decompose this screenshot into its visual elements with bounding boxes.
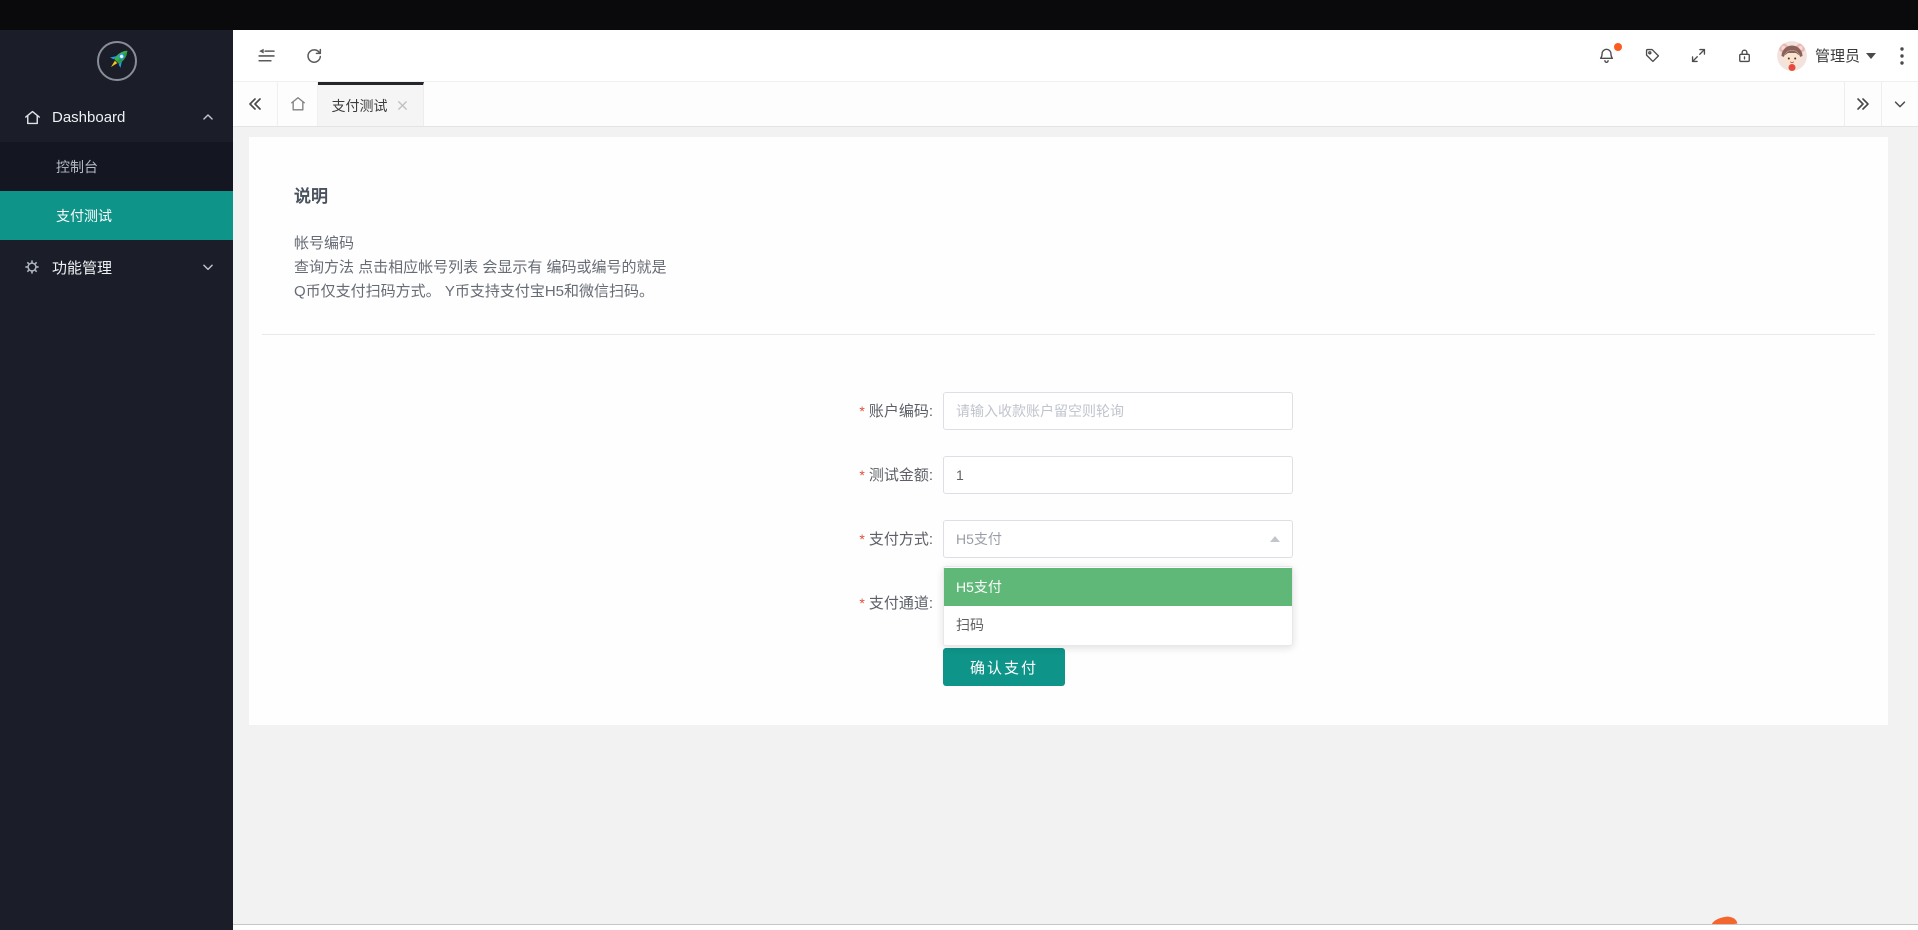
close-icon[interactable] (396, 99, 410, 113)
user-dropdown-caret-icon[interactable] (1866, 53, 1876, 59)
sidebar-item-label: Dashboard (52, 109, 201, 126)
payment-method-dropdown: H5支付 扫码 (943, 566, 1293, 646)
payment-method-select[interactable]: H5支付 (943, 520, 1293, 558)
fullscreen-icon[interactable] (1689, 46, 1709, 66)
notification-badge (1614, 43, 1622, 51)
dropdown-option-scan[interactable]: 扫码 (944, 606, 1292, 644)
tab-menu-chevron-down-icon[interactable] (1881, 82, 1918, 126)
sidebar-subitem-label: 支付测试 (56, 206, 112, 226)
confirm-payment-button[interactable]: 确认支付 (943, 648, 1065, 686)
sidebar: Dashboard 控制台 支付测试 (0, 30, 233, 930)
refresh-icon[interactable] (303, 45, 325, 67)
form-row-test-amount: *测试金额: (249, 456, 1349, 494)
sidebar-item-dashboard[interactable]: Dashboard (0, 92, 233, 142)
select-value: H5支付 (956, 529, 1002, 549)
required-asterisk: * (859, 467, 864, 483)
sidebar-subitem-label: 控制台 (56, 157, 98, 177)
kebab-menu-icon[interactable] (1900, 47, 1904, 65)
account-code-input[interactable] (943, 392, 1293, 430)
rocket-logo-icon (96, 40, 138, 82)
description-line: Q币仅支付扫码方式。 Y币支持支付宝H5和微信扫码。 (294, 280, 667, 304)
tab-bar-spacer (424, 82, 1844, 126)
sidebar-item-label: 功能管理 (52, 257, 201, 278)
description-text: 帐号编码 查询方法 点击相应帐号列表 会显示有 编码或编号的就是 Q币仅支付扫码… (294, 232, 667, 304)
horizontal-scrollbar[interactable] (233, 924, 1918, 930)
tab-label: 支付测试 (332, 96, 388, 116)
field-label: *支付方式: (249, 520, 933, 558)
select-arrow-up-icon (1270, 536, 1280, 542)
gear-icon (22, 257, 42, 277)
field-label: *账户编码: (249, 392, 933, 430)
required-asterisk: * (859, 531, 864, 547)
double-chevron-right-icon[interactable] (1844, 82, 1881, 126)
tab-payment-test[interactable]: 支付测试 (318, 82, 424, 126)
tab-bar: 支付测试 (233, 82, 1918, 127)
sidebar-subitem-console[interactable]: 控制台 (0, 142, 233, 191)
user-avatar[interactable] (1777, 41, 1807, 71)
browser-top-strip (0, 0, 1918, 30)
form-row-account-code: *账户编码: (249, 392, 1349, 430)
bell-icon[interactable] (1597, 46, 1617, 66)
payment-test-card: 说明 帐号编码 查询方法 点击相应帐号列表 会显示有 编码或编号的就是 Q币仅支… (249, 137, 1888, 725)
description-line: 查询方法 点击相应帐号列表 会显示有 编码或编号的就是 (294, 256, 667, 280)
chevron-up-icon (201, 110, 215, 124)
required-asterisk: * (859, 595, 864, 611)
app-logo[interactable] (0, 30, 233, 92)
test-amount-input[interactable] (943, 456, 1293, 494)
field-label: *测试金额: (249, 456, 933, 494)
chevron-down-icon (201, 260, 215, 274)
required-asterisk: * (859, 403, 864, 419)
main-content: 说明 帐号编码 查询方法 点击相应帐号列表 会显示有 编码或编号的就是 Q币仅支… (233, 127, 1918, 930)
dropdown-option-h5[interactable]: H5支付 (944, 568, 1292, 606)
home-icon (22, 107, 42, 127)
home-tab-icon[interactable] (278, 82, 318, 126)
app-window: Dashboard 控制台 支付测试 (0, 0, 1918, 930)
tag-icon[interactable] (1643, 46, 1663, 66)
divider (262, 334, 1875, 335)
sidebar-item-function-management[interactable]: 功能管理 (0, 240, 233, 294)
lock-icon[interactable] (1735, 46, 1755, 66)
double-chevron-left-icon[interactable] (233, 82, 278, 126)
user-name[interactable]: 管理员 (1815, 45, 1860, 66)
form-row-payment-method: *支付方式: H5支付 (249, 520, 1349, 558)
menu-fold-icon[interactable] (255, 45, 277, 67)
page-title: 说明 (294, 182, 328, 207)
field-label: *支付通道: (249, 584, 933, 622)
header-toolbar: 管理员 (233, 30, 1918, 82)
sidebar-subitem-payment-test[interactable]: 支付测试 (0, 191, 233, 240)
description-line: 帐号编码 (294, 232, 667, 256)
